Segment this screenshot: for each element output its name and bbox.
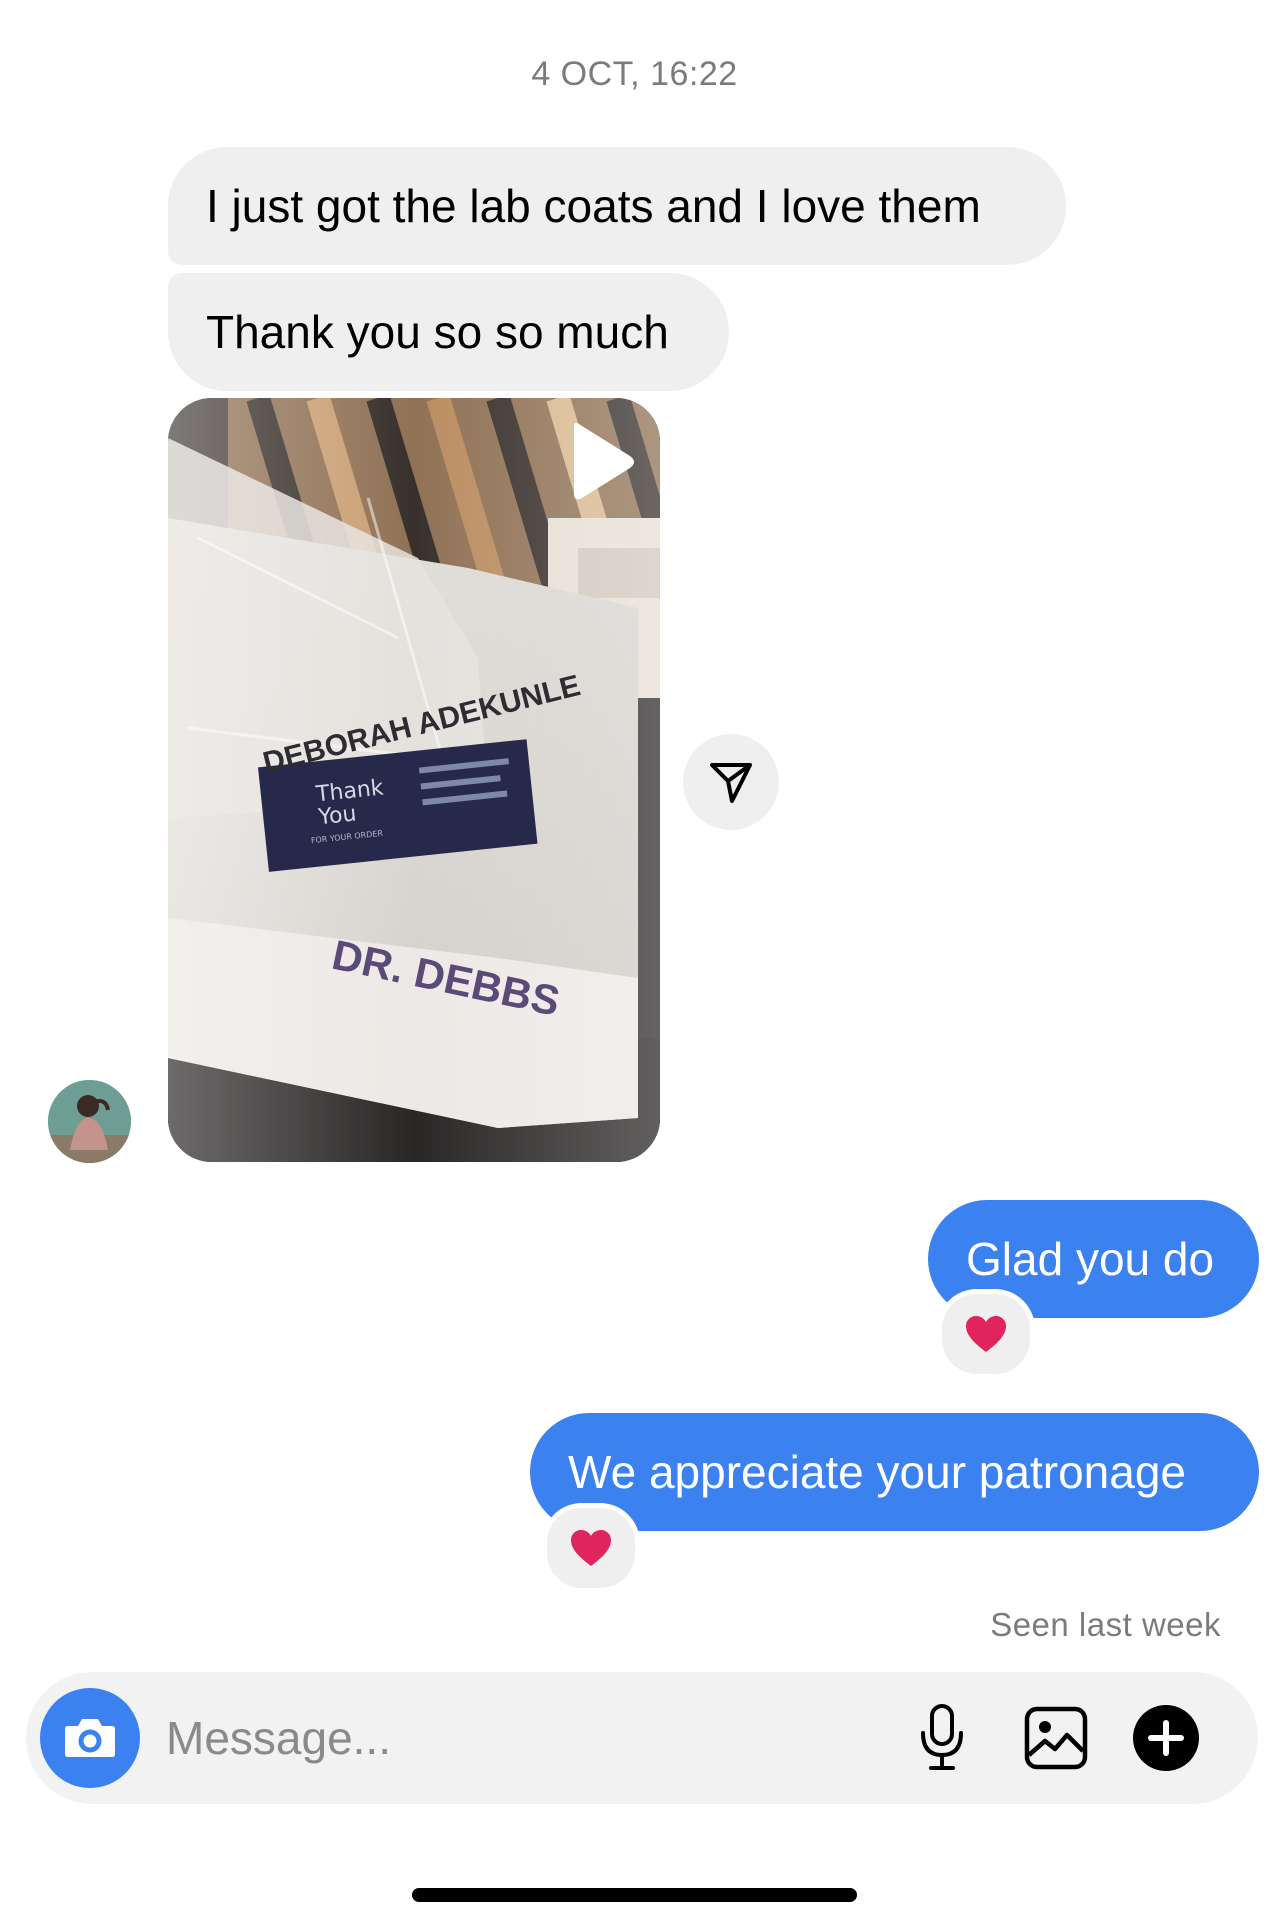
- video-message[interactable]: Thank You FOR YOUR ORDER DEBORAH ADEKUNL…: [168, 398, 660, 1162]
- thread-timestamp: 4 OCT, 16:22: [531, 55, 738, 93]
- incoming-message[interactable]: I just got the lab coats and I love them: [168, 147, 1066, 265]
- seen-status: Seen last week: [990, 1606, 1221, 1643]
- heart-icon: [966, 1316, 1006, 1352]
- camera-icon: [65, 1719, 115, 1757]
- card-text: You: [316, 801, 357, 830]
- avatar-image: [48, 1080, 131, 1163]
- microphone-icon: [921, 1704, 963, 1770]
- gallery-button[interactable]: [1016, 1698, 1096, 1778]
- heart-icon: [571, 1530, 611, 1566]
- gallery-icon: [1024, 1706, 1088, 1770]
- plus-icon: [1133, 1705, 1199, 1771]
- avatar[interactable]: [48, 1080, 131, 1163]
- message-text: We appreciate your patronage: [568, 1446, 1186, 1498]
- heart-reaction[interactable]: [542, 1503, 640, 1593]
- incoming-message[interactable]: Thank you so so much: [168, 273, 729, 391]
- share-icon: [710, 763, 752, 803]
- message-composer: [26, 1672, 1258, 1804]
- home-indicator: [412, 1888, 857, 1902]
- microphone-button[interactable]: [902, 1698, 982, 1778]
- message-text: Glad you do: [966, 1233, 1215, 1285]
- outgoing-message[interactable]: We appreciate your patronage: [530, 1413, 1259, 1531]
- message-text: I just got the lab coats and I love them: [206, 180, 981, 232]
- more-options-button[interactable]: [1126, 1698, 1206, 1778]
- video-thumbnail: Thank You FOR YOUR ORDER DEBORAH ADEKUNL…: [168, 398, 660, 1162]
- message-text: Thank you so so much: [206, 306, 669, 358]
- share-button[interactable]: [683, 734, 779, 830]
- camera-button[interactable]: [40, 1688, 140, 1788]
- heart-reaction[interactable]: [937, 1289, 1035, 1379]
- message-input[interactable]: [166, 1672, 866, 1804]
